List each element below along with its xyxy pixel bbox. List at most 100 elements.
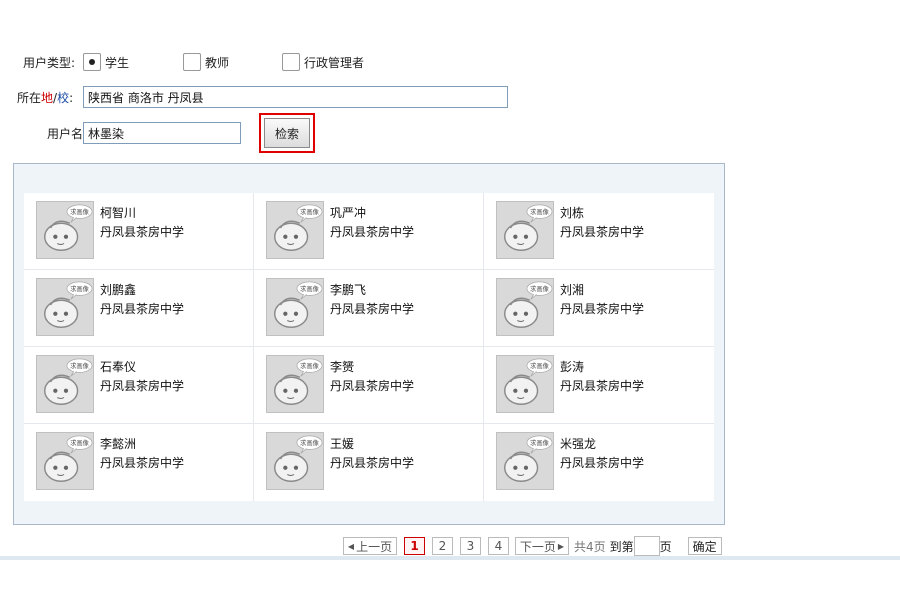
- user-school: 丹凤县茶房中学: [560, 302, 645, 316]
- confirm-button[interactable]: 确定: [687, 537, 722, 555]
- user-card[interactable]: 求画像 刘栋丹凤县茶房中学: [484, 193, 714, 270]
- user-name[interactable]: 李鹏飞: [330, 281, 366, 298]
- user-name[interactable]: 刘栋: [560, 204, 584, 221]
- goto-page-input[interactable]: [633, 536, 660, 556]
- radio-admin-label: 行政管理者: [304, 55, 365, 70]
- user-school: 丹凤县茶房中学: [100, 225, 185, 239]
- page-3-button[interactable]: 3: [460, 537, 481, 555]
- results-grid: 求画像 柯智川 丹凤县茶房中学 求画像 巩严冲 丹凤县茶房中学 求画像 刘栋 丹凤县茶房中学 求画…: [24, 193, 714, 501]
- user-card[interactable]: 求画像 彭涛丹凤县茶房中学: [484, 347, 714, 424]
- default-avatar-icon[interactable]: 求画像: [266, 201, 324, 259]
- user-name[interactable]: 石奉仪: [100, 358, 136, 375]
- avatar-badge-text: 求画像: [300, 361, 320, 370]
- user-card[interactable]: 求画像 巩严冲丹凤县茶房中学: [254, 193, 484, 270]
- user-card[interactable]: 求画像 李鹏飞丹凤县茶房中学: [254, 270, 484, 347]
- page-4-button[interactable]: 4: [488, 537, 509, 555]
- user-name[interactable]: 彭涛: [560, 358, 584, 375]
- default-avatar-icon[interactable]: 求画像: [36, 432, 94, 490]
- default-avatar-icon[interactable]: 求画像: [266, 432, 324, 490]
- username-label: 用户名: [47, 126, 84, 141]
- default-avatar-icon[interactable]: 求画像: [36, 278, 94, 336]
- footer-divider: [0, 556, 900, 560]
- goto-suffix: 页: [659, 539, 672, 554]
- user-name[interactable]: 李懿洲: [100, 435, 136, 452]
- default-avatar-icon[interactable]: 求画像: [496, 355, 554, 413]
- default-avatar-icon[interactable]: 求画像: [266, 355, 324, 413]
- location-label-xiao[interactable]: 校: [57, 91, 69, 105]
- user-school: 丹凤县茶房中学: [560, 225, 645, 239]
- default-avatar-icon[interactable]: 求画像: [496, 432, 554, 490]
- user-name[interactable]: 巩严冲: [330, 204, 366, 221]
- avatar-badge-text: 求画像: [530, 207, 550, 216]
- prev-page-label: 上一页: [356, 539, 393, 554]
- location-label-di[interactable]: 地: [41, 91, 53, 105]
- default-avatar-icon[interactable]: 求画像: [36, 201, 94, 259]
- user-card[interactable]: 求画像 石奉仪丹凤县茶房中学: [24, 347, 254, 424]
- radio-teacher-label: 教师: [205, 55, 230, 70]
- user-card[interactable]: 求画像 米强龙丹凤县茶房中学: [484, 424, 714, 501]
- avatar-badge-text: 求画像: [70, 207, 90, 216]
- avatar-badge-text: 求画像: [300, 207, 320, 216]
- user-type-label: 用户类型:: [23, 56, 76, 70]
- user-school: 丹凤县茶房中学: [100, 302, 185, 316]
- user-school: 丹凤县茶房中学: [560, 379, 645, 393]
- user-name[interactable]: 刘湘: [560, 281, 584, 298]
- radio-student-label: 学生: [105, 55, 130, 70]
- user-school: 丹凤县茶房中学: [330, 302, 415, 316]
- radio-admin[interactable]: 行政管理者: [282, 53, 364, 71]
- user-card[interactable]: 求画像 王媛丹凤县茶房中学: [254, 424, 484, 501]
- user-card[interactable]: 求画像 李懿洲 丹凤县茶房中学: [24, 424, 254, 501]
- avatar-badge-text: 求画像: [530, 284, 550, 293]
- next-page-label: 下一页: [519, 539, 556, 554]
- avatar-badge-text: 求画像: [70, 361, 90, 370]
- user-school: 丹凤县茶房中学: [560, 456, 645, 470]
- username-row: 用户名: [47, 122, 83, 144]
- user-name[interactable]: 刘鹏鑫: [100, 281, 136, 298]
- prev-page-button[interactable]: ◀ 上一页: [343, 537, 397, 555]
- pagination: ◀ 上一页 1 2 3 4 下一页 ▶ 共4页 到第 页 确定: [343, 536, 722, 556]
- default-avatar-icon[interactable]: 求画像: [266, 278, 324, 336]
- goto-prefix: 到第: [609, 539, 634, 554]
- avatar-badge-text: 求画像: [300, 438, 320, 447]
- user-school: 丹凤县茶房中学: [330, 456, 415, 470]
- avatar-badge-text: 求画像: [70, 284, 90, 293]
- next-page-button[interactable]: 下一页 ▶: [515, 537, 569, 555]
- location-label-suffix: :: [69, 90, 74, 105]
- default-avatar-icon[interactable]: 求画像: [496, 278, 554, 336]
- location-label-prefix: 所在: [17, 90, 42, 105]
- user-name[interactable]: 柯智川: [100, 204, 136, 221]
- next-arrow-icon: ▶: [557, 541, 565, 551]
- user-name[interactable]: 李赟: [330, 358, 354, 375]
- search-button[interactable]: 检索: [264, 118, 310, 148]
- radio-student-control[interactable]: [83, 53, 101, 71]
- user-card[interactable]: 求画像 柯智川丹凤县茶房中学: [24, 193, 254, 270]
- user-card[interactable]: 求画像 李赟丹凤县茶房中学: [254, 347, 484, 424]
- location-label: 所在地/校:: [17, 89, 73, 106]
- default-avatar-icon[interactable]: 求画像: [496, 201, 554, 259]
- avatar-badge-text: 求画像: [300, 284, 320, 293]
- location-field[interactable]: 陕西省 商洛市 丹凤县: [83, 86, 508, 108]
- default-avatar-icon[interactable]: 求画像: [36, 355, 94, 413]
- page-1-button[interactable]: 1: [404, 537, 425, 555]
- radio-admin-control[interactable]: [282, 53, 300, 71]
- avatar-badge-text: 求画像: [530, 438, 550, 447]
- radio-teacher[interactable]: 教师: [183, 53, 229, 71]
- user-school: 丹凤县茶房中学: [100, 379, 185, 393]
- user-card[interactable]: 求画像 刘湘丹凤县茶房中学: [484, 270, 714, 347]
- user-type-row: 用户类型:: [23, 54, 75, 71]
- avatar-badge-text: 求画像: [70, 438, 90, 447]
- results-panel: 求画像 柯智川 丹凤县茶房中学 求画像 巩严冲 丹凤县茶房中学 求画像 刘栋 丹凤县茶房中学 求画…: [13, 163, 725, 525]
- page-2-button[interactable]: 2: [432, 537, 453, 555]
- location-row: 所在地/校:: [17, 86, 73, 108]
- radio-student[interactable]: 学生: [83, 53, 129, 71]
- user-school: 丹凤县茶房中学: [330, 379, 415, 393]
- user-name[interactable]: 王媛: [330, 435, 354, 452]
- user-name[interactable]: 米强龙: [560, 435, 596, 452]
- radio-teacher-control[interactable]: [183, 53, 201, 71]
- total-pages-text: 共4页: [574, 539, 606, 554]
- prev-arrow-icon: ◀: [347, 541, 355, 551]
- user-school: 丹凤县茶房中学: [330, 225, 415, 239]
- avatar-badge-text: 求画像: [530, 361, 550, 370]
- username-field[interactable]: 林墨染: [83, 122, 241, 144]
- user-card[interactable]: 求画像 刘鹏鑫丹凤县茶房中学: [24, 270, 254, 347]
